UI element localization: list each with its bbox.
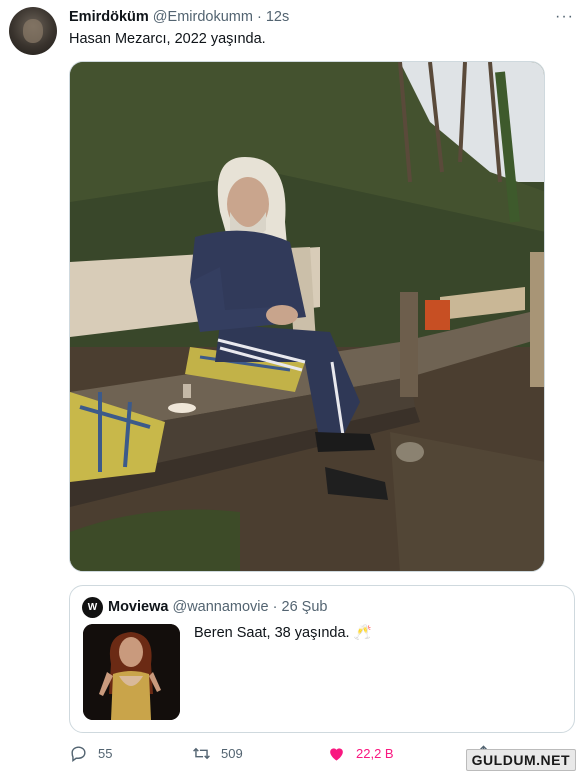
tweet-header: Emirdöküm @Emirdokumm · 12s [69, 9, 289, 25]
quoted-tweet-date[interactable]: 26 Şub [282, 599, 328, 615]
author-name[interactable]: Emirdöküm [69, 9, 149, 25]
tweet-time[interactable]: 12s [266, 9, 289, 25]
like-count: 22,2 B [356, 746, 394, 761]
reply-button[interactable]: 55 [69, 744, 112, 763]
clinking-glasses-emoji: 🥂 [353, 625, 372, 641]
quoted-tweet-header: Moviewa @wannamovie · 26 Şub [108, 599, 327, 615]
header-separator: · [256, 9, 262, 25]
quoted-author-name[interactable]: Moviewa [108, 599, 168, 615]
retweet-count: 509 [221, 746, 243, 761]
quoted-author-avatar[interactable]: W [82, 597, 103, 618]
quoted-text-body: Beren Saat, 38 yaşında. [194, 625, 350, 641]
more-horizontal-icon[interactable]: ··· [555, 8, 574, 26]
quoted-header-separator: · [272, 599, 278, 615]
like-button[interactable]: 22,2 B [327, 744, 394, 763]
tweet-photo[interactable] [69, 61, 545, 572]
reply-icon [71, 746, 86, 763]
thumbnail-illustration [83, 624, 180, 720]
tweet-text: Hasan Mezarcı, 2022 yaşında. [69, 31, 266, 47]
author-handle[interactable]: @Emirdokumm [153, 9, 253, 25]
quoted-tweet-thumbnail[interactable] [83, 624, 180, 720]
retweet-icon [193, 747, 210, 760]
quoted-tweet[interactable]: W Moviewa @wannamovie · 26 Şub Beren Saa… [69, 585, 575, 733]
quoted-tweet-text: Beren Saat, 38 yaşında. 🥂 [194, 624, 372, 641]
author-avatar[interactable] [9, 7, 57, 55]
photo-illustration [70, 62, 544, 571]
reply-count: 55 [98, 746, 113, 761]
retweet-button[interactable]: 509 [192, 744, 243, 763]
quoted-author-handle[interactable]: @wannamovie [172, 599, 268, 615]
site-watermark: GULDUM.NET [465, 749, 576, 771]
heart-filled-icon [330, 748, 343, 761]
